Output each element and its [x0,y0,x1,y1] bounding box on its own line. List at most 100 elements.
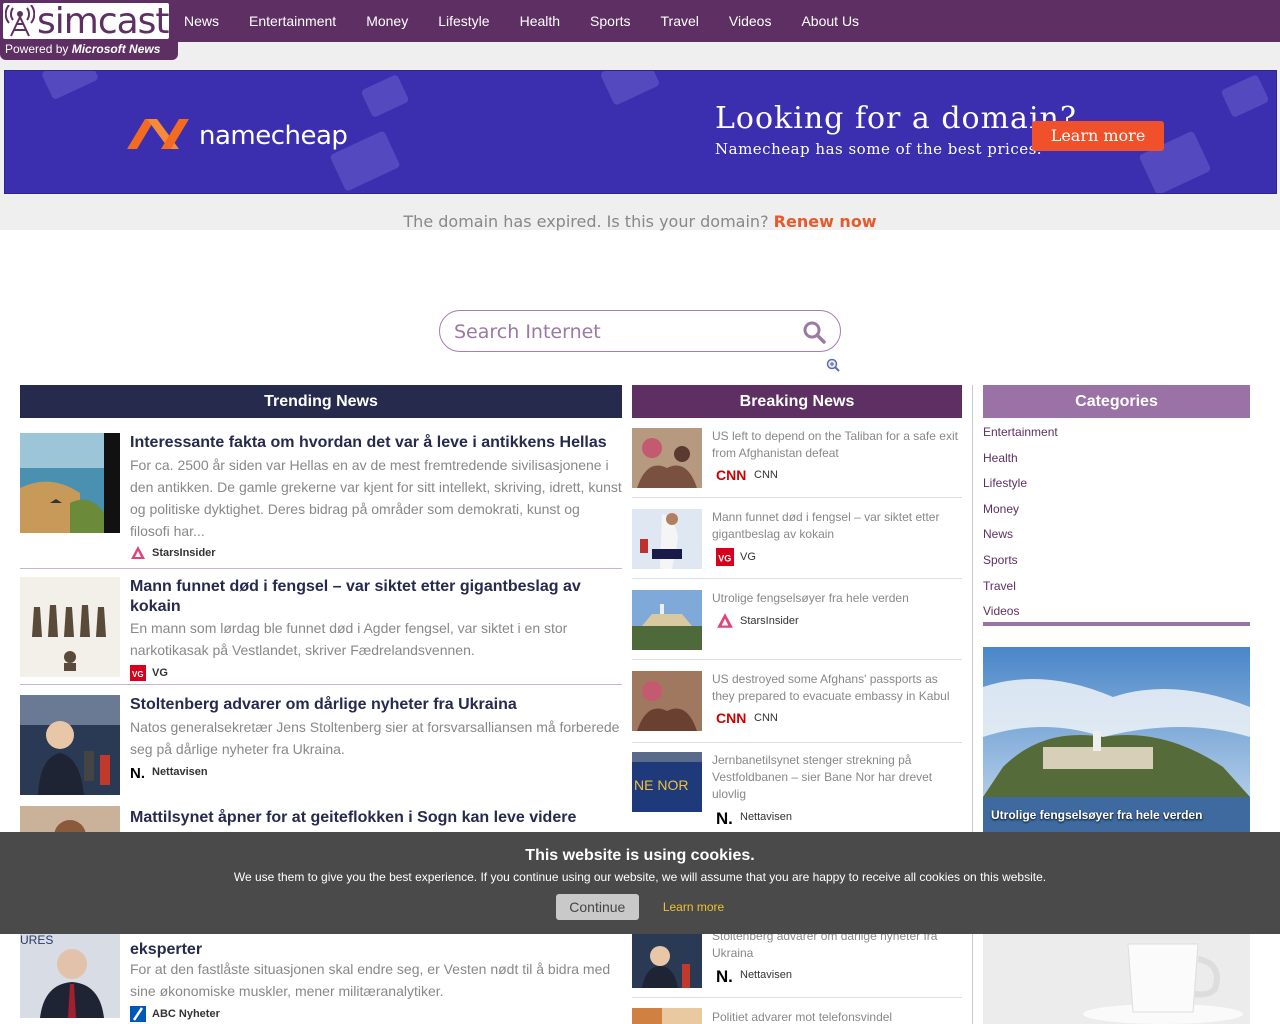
logo-text: simcast [37,1,170,42]
powered-by: Powered by Microsoft News [5,42,161,56]
nav-videos[interactable]: Videos [729,13,772,29]
divider [632,997,962,998]
article-title[interactable]: Mann funnet død i fengsel – var siktet e… [130,577,622,617]
article-source: CNN CNN [716,710,778,726]
article-title[interactable]: US left to depend on the Taliban for a s… [712,428,962,462]
article-thumbnail: NE NOR [632,752,702,812]
nav-health[interactable]: Health [520,13,560,29]
article-description: Natos generalsekretær Jens Stoltenberg s… [130,719,620,757]
namecheap-logo-icon [127,119,189,149]
renew-now-link[interactable]: Renew now [774,212,877,231]
article-source: VG VG [130,665,168,681]
nav-entertainment[interactable]: Entertainment [249,13,336,29]
starsinsider-logo-icon [131,546,145,559]
zoom-in-icon[interactable] [826,358,840,372]
svg-text:VG: VG [718,554,731,564]
category-lifestyle[interactable]: Lifestyle [983,475,1250,501]
search-box [439,310,841,352]
svg-text:N.: N. [130,765,145,780]
category-news[interactable]: News [983,526,1250,552]
article-title[interactable]: Utrolige fengselsøyer fra hele verden [712,590,962,607]
breaking-item[interactable]: Utrolige fengselsøyer fra hele verden St… [632,590,962,660]
breaking-item[interactable]: NE NOR Jernbanetilsynet stenger streknin… [632,752,962,832]
nav-news[interactable]: News [184,13,219,29]
divider [632,742,962,743]
article-description: For ca. 2500 år siden var Hellas en av d… [130,457,622,539]
featured-article-2[interactable] [983,934,1250,1024]
trending-item[interactable]: Stoltenberg advarer om dårlige nyheter f… [20,695,622,795]
nav-sports[interactable]: Sports [590,13,630,29]
article-source: VG VG [716,548,756,566]
main-nav: News Entertainment Money Lifestyle Healt… [184,0,889,42]
svg-text:CNN: CNN [716,710,746,726]
trending-item[interactable]: URES eksperter For at den fastlåste situ… [20,920,622,1024]
article-title[interactable]: Stoltenberg advarer om dårlige nyheter f… [130,695,622,715]
article-source: N. Nettavisen [130,765,208,780]
domain-expired-notice: The domain has expired. Is this your dom… [403,212,877,231]
nav-money[interactable]: Money [366,13,408,29]
ad-learn-more-button[interactable]: Learn more [1032,121,1164,151]
breaking-item[interactable]: Politiet advarer mot telefonsvindel [632,1008,962,1024]
article-title[interactable]: Jernbanetilsynet stenger strekning på Ve… [712,752,962,803]
trending-news-header: Trending News [20,385,622,418]
cookie-title: This website is using cookies. [525,847,755,864]
category-money[interactable]: Money [983,501,1250,527]
search-input[interactable] [454,319,784,345]
article-title[interactable]: Mattilsynet åpner for at geiteflokken i … [130,808,622,828]
article-source: StarsInsider [130,545,216,561]
namecheap-wordmark: namecheap [199,121,348,151]
nav-about-us[interactable]: About Us [801,13,859,29]
category-sports[interactable]: Sports [983,552,1250,578]
divider [20,684,622,685]
cookie-text: We use them to give you the best experie… [233,870,1047,884]
antenna-icon [5,5,35,37]
abc-nyheter-logo-icon [130,1006,146,1022]
article-thumbnail [632,590,702,650]
trending-item[interactable]: Mann funnet død i fengsel – var siktet e… [20,577,622,685]
featured-caption[interactable]: Utrolige fengselsøyer fra hele verden [991,808,1202,822]
svg-text:N.: N. [716,967,733,984]
article-source: N. Nettavisen [716,966,792,984]
breaking-item[interactable]: Mann funnet død i fengsel – var siktet e… [632,509,962,579]
article-thumbnail [20,433,120,533]
breaking-item[interactable]: US destroyed some Afghans' passports as … [632,671,962,743]
article-thumbnail: URES [20,922,120,1018]
article-thumbnail [20,577,120,677]
article-source: N. Nettavisen [716,808,792,826]
category-health[interactable]: Health [983,450,1250,476]
vg-logo-icon: VG [130,665,146,681]
svg-text:N.: N. [716,809,733,826]
article-title[interactable]: Politiet advarer mot telefonsvindel [712,1009,962,1024]
coffee-cup-image [983,934,1250,1024]
trending-item[interactable]: Interessante fakta om hvordan det var å … [20,433,622,569]
article-title[interactable]: eksperter [130,940,622,960]
article-thumbnail [20,695,120,795]
svg-text:VG: VG [132,670,144,679]
svg-text:CNN: CNN [716,467,746,483]
nav-lifestyle[interactable]: Lifestyle [438,13,489,29]
featured-article[interactable]: Utrolige fengselsøyer fra hele verden [983,647,1250,832]
nettavisen-logo-icon: N. [716,967,733,984]
article-source: CNN CNN [716,467,778,483]
namecheap-ad[interactable]: namecheap Looking for a domain? Namechea… [4,70,1277,194]
article-title[interactable]: Interessante fakta om hvordan det var å … [130,433,622,453]
article-title[interactable]: US destroyed some Afghans' passports as … [712,671,962,705]
starsinsider-logo-icon [717,613,733,628]
article-title[interactable]: Mann funnet død i fengsel – var siktet e… [712,509,962,543]
nettavisen-logo-icon: N. [716,809,733,826]
category-entertainment[interactable]: Entertainment [983,424,1250,450]
article-thumbnail [632,428,702,488]
category-travel[interactable]: Travel [983,578,1250,604]
search-icon[interactable] [802,320,826,344]
nav-travel[interactable]: Travel [661,13,699,29]
article-source: ABC Nyheter [130,1006,220,1022]
breaking-item[interactable]: Stoltenberg advarer om dårlige nyheter f… [632,928,962,998]
site-logo[interactable]: simcast Powered by Microsoft News [0,0,178,60]
cookie-continue-button[interactable]: Continue [555,894,639,920]
cookie-learn-more-link[interactable]: Learn more [663,900,724,914]
categories-bottom-bar [983,622,1250,626]
article-source: StarsInsider [716,613,799,629]
divider [632,578,962,579]
article-description: En mann som lørdag ble funnet død i Agde… [130,620,568,658]
breaking-item[interactable]: US left to depend on the Taliban for a s… [632,428,962,498]
